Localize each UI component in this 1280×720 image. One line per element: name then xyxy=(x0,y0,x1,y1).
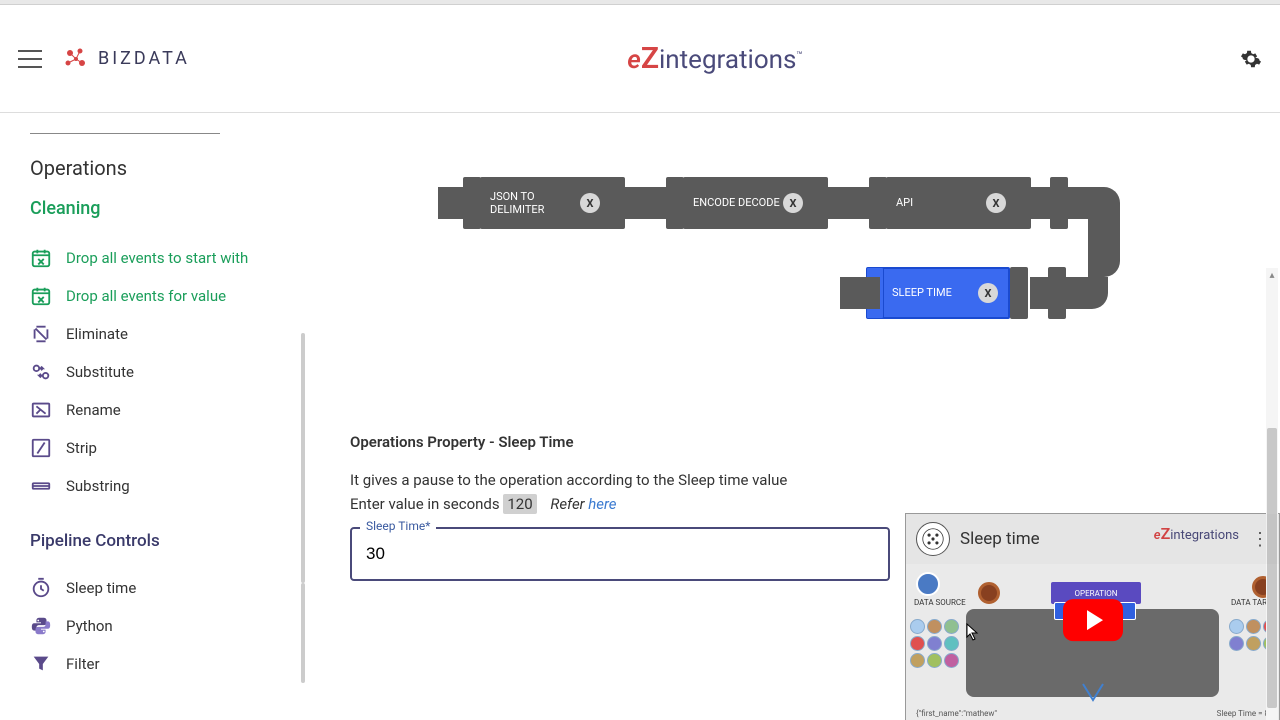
refer-link[interactable]: here xyxy=(588,495,616,513)
close-icon[interactable]: X xyxy=(783,193,803,213)
close-icon[interactable]: X xyxy=(978,283,998,303)
brand-logo[interactable]: BIZDATA xyxy=(62,45,190,73)
sleep-time-label: Sleep Time* xyxy=(360,519,436,533)
play-button[interactable] xyxy=(1063,599,1123,641)
strip-icon xyxy=(30,437,52,459)
help-video-embed[interactable]: eZintegrations DATA SOURCE DATA TARGE OP… xyxy=(905,513,1280,720)
panel-description: It gives a pause to the operation accord… xyxy=(350,471,1240,489)
sidebar-item-drop-start[interactable]: Drop all events to start with xyxy=(30,239,309,277)
calendar-x-icon xyxy=(30,247,52,269)
channel-avatar-icon xyxy=(916,522,950,556)
scrollbar-thumb[interactable] xyxy=(1267,428,1277,708)
rename-icon xyxy=(30,399,52,421)
menu-icon[interactable] xyxy=(18,47,42,71)
close-icon[interactable]: X xyxy=(580,193,600,213)
sidebar-item-substitute[interactable]: Substitute xyxy=(30,353,309,391)
pipeline-canvas: JSON TO DELIMITER X ENCODE DECODE X API … xyxy=(310,173,1280,413)
op-json-to-delimiter[interactable]: JSON TO DELIMITER X xyxy=(480,177,610,229)
filter-icon xyxy=(30,653,52,675)
substitute-icon xyxy=(30,361,52,383)
main-content: JSON TO DELIMITER X ENCODE DECODE X API … xyxy=(310,113,1280,720)
panel-title: Operations Property - Sleep Time xyxy=(350,433,1240,451)
sidebar-item-filter[interactable]: Filter xyxy=(30,645,309,683)
scroll-up-icon[interactable]: ▴ xyxy=(1266,268,1278,282)
clock-icon xyxy=(30,577,52,599)
operations-heading: Operations xyxy=(30,156,309,180)
eliminate-icon xyxy=(30,323,52,345)
app-header: BIZDATA eZintegrations™ xyxy=(0,5,1280,113)
close-icon[interactable]: X xyxy=(986,193,1006,213)
sidebar-item-sleep-time[interactable]: Sleep time xyxy=(30,569,309,607)
sidebar-item-eliminate[interactable]: Eliminate xyxy=(30,315,309,353)
op-api[interactable]: API X xyxy=(886,177,1016,229)
kebab-menu-icon[interactable]: ⋮ xyxy=(1251,529,1269,550)
pipeline-controls-heading: Pipeline Controls xyxy=(30,531,309,551)
sidebar-item-drop-value[interactable]: Drop all events for value xyxy=(30,277,309,315)
sidebar-item-rename[interactable]: Rename xyxy=(30,391,309,429)
search-underline xyxy=(30,133,220,134)
sidebar-item-strip[interactable]: Strip xyxy=(30,429,309,467)
op-sleep-time[interactable]: SLEEP TIME X xyxy=(880,267,1010,319)
op-encode-decode[interactable]: ENCODE DECODE X xyxy=(683,177,813,229)
operations-sidebar: Operations Cleaning Drop all events to s… xyxy=(0,113,310,720)
sidebar-item-substring[interactable]: Substring xyxy=(30,467,309,505)
play-icon xyxy=(1087,610,1103,630)
substring-icon xyxy=(30,475,52,497)
product-logo: eZintegrations™ xyxy=(190,41,1240,76)
calendar-x-icon xyxy=(30,285,52,307)
cleaning-heading: Cleaning xyxy=(30,198,309,219)
python-icon xyxy=(30,615,52,637)
panel-subtext: Enter value in seconds 120 Refer here xyxy=(350,495,1240,513)
sidebar-item-python[interactable]: Python xyxy=(30,607,309,645)
video-title: Sleep time xyxy=(960,529,1251,549)
vertical-scrollbar[interactable]: ▴ xyxy=(1266,268,1278,720)
sleep-time-input[interactable] xyxy=(350,527,890,581)
gear-icon[interactable] xyxy=(1240,48,1262,70)
brand-name: BIZDATA xyxy=(98,48,190,69)
